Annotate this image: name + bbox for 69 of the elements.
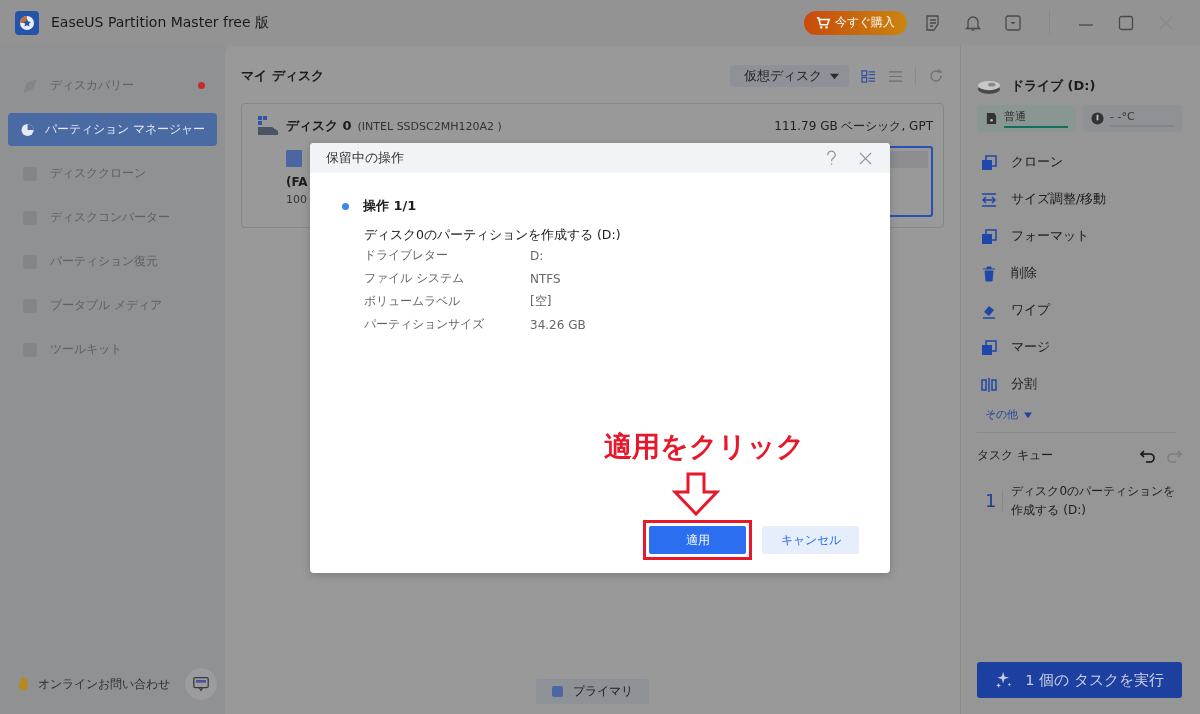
run-tasks-button[interactable]: 1 個の タスクを実行 <box>977 662 1182 698</box>
help-icon[interactable] <box>826 150 837 166</box>
disk-name: ディスク 0 <box>286 117 352 135</box>
caret-icon <box>830 71 839 81</box>
disk-model: (INTEL SSDSC2MH120A2 ) <box>357 119 502 133</box>
task-number: 1 <box>985 490 1004 512</box>
redo-icon[interactable] <box>1166 447 1182 464</box>
section-title: マイ ディスク <box>241 67 324 85</box>
close-icon[interactable] <box>859 151 872 165</box>
partition-label: (FA <box>286 175 309 189</box>
list-view-icon[interactable] <box>888 68 903 84</box>
disk-health-icon <box>985 112 998 125</box>
virtual-disk-dropdown[interactable]: 仮想ディスク <box>730 65 849 87</box>
disk-info: 111.79 GB ベーシック, GPT <box>774 117 933 135</box>
partition-size: 100 <box>286 193 308 206</box>
legend-item: プライマリ <box>536 679 649 704</box>
thermometer-icon <box>1091 112 1104 125</box>
action-item[interactable]: マージ <box>977 329 1182 366</box>
split-icon <box>981 376 997 393</box>
action-item[interactable]: 分割 <box>977 366 1182 403</box>
detail-label: ファイル システム <box>364 270 465 287</box>
cancel-button[interactable]: キャンセル <box>762 526 859 554</box>
refresh-icon[interactable] <box>928 68 944 84</box>
more-link[interactable]: その他 <box>985 407 1018 422</box>
temperature-status: - -°C <box>1083 105 1182 132</box>
detail-value: NTFS <box>530 271 561 286</box>
detail-label: パーティションサイズ <box>364 316 485 333</box>
task-queue-title: タスク キュー <box>977 447 1053 464</box>
operation-description: ディスク0のパーティションを作成する (D:) <box>364 227 622 244</box>
annotation-text: 適用をクリック <box>604 429 805 465</box>
detail-label: ドライブレター <box>364 247 449 264</box>
detail-value: 34.26 GB <box>530 317 586 332</box>
trash-icon <box>981 265 997 282</box>
dialog-title: 保留中の操作 <box>326 149 404 167</box>
task-description: ディスク0のパーティションを作成する (D:) <box>1011 483 1177 519</box>
contact-link[interactable]: オンラインお問い合わせ <box>38 675 181 693</box>
dropdown-menu-icon[interactable] <box>1004 13 1022 32</box>
disk-icon <box>256 114 280 138</box>
health-status: 普通 <box>977 105 1076 132</box>
apply-button[interactable]: 適用 <box>649 526 746 554</box>
action-item[interactable]: クローン <box>977 144 1182 181</box>
drive-name: ドライブ (D:) <box>1011 77 1096 95</box>
bell-icon[interactable] <box>964 13 982 32</box>
action-item[interactable]: サイズ調整/移動 <box>977 181 1182 218</box>
cart-icon <box>816 15 830 30</box>
bullet-dot <box>342 202 349 210</box>
window-title: EaseUS Partition Master free 版 <box>51 13 270 32</box>
grid-view-icon[interactable] <box>861 68 876 84</box>
action-item[interactable]: フォーマット <box>977 218 1182 255</box>
down-arrow-icon <box>672 472 720 516</box>
resize-icon <box>981 191 997 208</box>
chat-icon <box>192 675 210 693</box>
clone-icon <box>981 154 997 171</box>
caret-icon <box>1024 410 1032 419</box>
detail-value: [空] <box>530 293 552 310</box>
app-logo-icon <box>15 10 39 35</box>
action-item[interactable]: 削除 <box>977 255 1182 292</box>
merge-icon <box>981 339 997 356</box>
sparkle-icon <box>995 671 1014 689</box>
undo-icon[interactable] <box>1140 447 1156 464</box>
chat-button[interactable] <box>185 668 217 700</box>
sidebar-item[interactable]: パーティション マネージャー <box>8 113 217 146</box>
buy-now-button[interactable]: 今すぐ購入 <box>804 10 907 35</box>
detail-label: ボリュームラベル <box>364 293 461 310</box>
action-item[interactable]: ワイプ <box>977 292 1182 329</box>
detail-value: D: <box>530 248 544 263</box>
notes-icon[interactable] <box>924 13 942 32</box>
maximize-icon[interactable] <box>1118 14 1134 31</box>
operation-heading: 操作 1/1 <box>363 197 417 215</box>
